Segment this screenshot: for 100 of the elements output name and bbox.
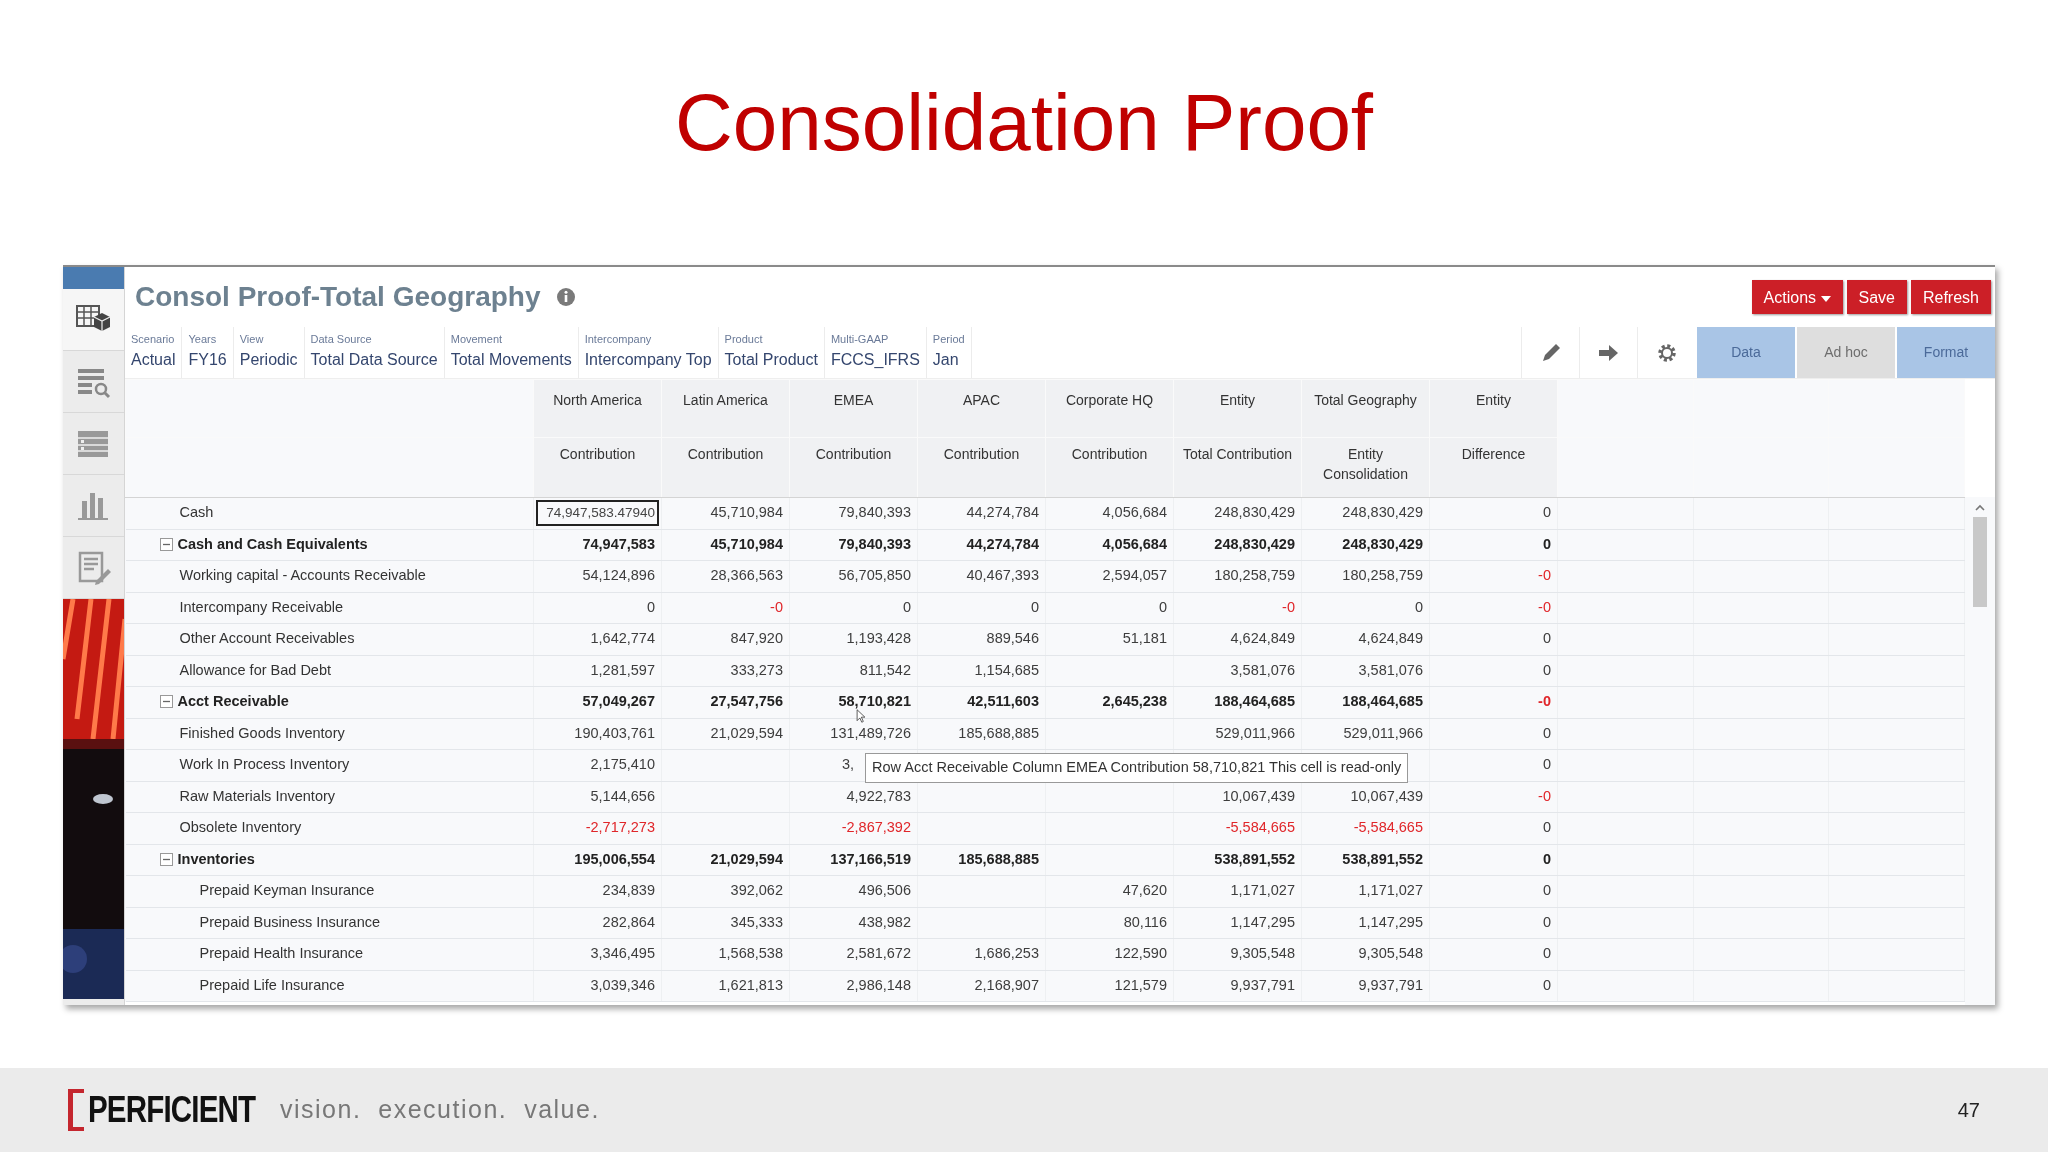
row-label: Prepaid Life Insurance xyxy=(199,976,345,993)
action-button[interactable]: Actions xyxy=(1751,280,1843,314)
cell-value: 42,511,603 xyxy=(967,693,1039,710)
scrollbar-thumb[interactable] xyxy=(1973,517,1987,607)
cell-value: -5,584,665 xyxy=(1225,819,1295,836)
slide-title: Consolidation Proof xyxy=(674,76,1374,169)
column-header: Latin America xyxy=(661,379,790,438)
column-header: Entity Consolidation xyxy=(1301,437,1430,498)
cell-value: 1,686,253 xyxy=(974,945,1039,962)
cell-value: 538,891,552 xyxy=(1342,850,1423,867)
cell-value: 1,621,813 xyxy=(718,976,783,993)
cell-value: -0 xyxy=(770,598,783,615)
pov-selector[interactable]: Years FY16 xyxy=(182,327,234,378)
cell-value: 79,840,393 xyxy=(838,504,911,521)
cell-value: 0 xyxy=(1542,535,1551,552)
cell-value: 40,467,393 xyxy=(966,567,1039,584)
row-label: Allowance for Bad Debt xyxy=(179,661,332,678)
cursor-icon xyxy=(856,708,866,723)
cell-value: 3,346,495 xyxy=(590,945,655,962)
column-header: Contribution xyxy=(917,437,1046,498)
cell-value: 0 xyxy=(1542,724,1551,741)
collapse-icon[interactable] xyxy=(159,695,173,709)
cell-value: 538,891,552 xyxy=(1214,850,1295,867)
row-label: Finished Goods Inventory xyxy=(179,724,345,741)
collapse-icon[interactable] xyxy=(159,537,173,551)
cell-value: 2,645,238 xyxy=(1102,693,1167,710)
row-label: Raw Materials Inventory xyxy=(179,787,336,804)
row-label: Cash xyxy=(179,504,214,521)
cell-value: 122,590 xyxy=(1114,945,1167,962)
cell-value: 2,175,410 xyxy=(590,756,655,773)
cell-value: 333,273 xyxy=(730,661,783,678)
cell-value: 137,166,519 xyxy=(830,850,911,867)
cell-value: 0 xyxy=(1030,598,1039,615)
cell-value: 57,049,267 xyxy=(582,693,655,710)
cell-value: 345,333 xyxy=(730,913,783,930)
cell-value: 44,274,784 xyxy=(966,535,1039,552)
cell-value: 2,168,907 xyxy=(974,976,1039,993)
logo-text: PERFICIENT xyxy=(88,1088,256,1132)
cell-value: 1,171,027 xyxy=(1230,882,1295,899)
row-label: Prepaid Keyman Insurance xyxy=(199,882,375,899)
cell-value: 58,710,821 xyxy=(838,693,911,710)
cell-value: 21,029,594 xyxy=(710,724,783,741)
cell-value: 195,006,554 xyxy=(574,850,655,867)
pov-selector[interactable]: Multi-GAAP FCCS_IFRS xyxy=(824,327,927,378)
cell-value: 56,705,850 xyxy=(838,567,911,584)
pov-selector[interactable]: Scenario Actual xyxy=(125,327,183,378)
cell-value: 0 xyxy=(1542,850,1551,867)
pov-selector[interactable]: Period Jan xyxy=(926,327,972,378)
pov-selector[interactable]: Intercompany Intercompany Top xyxy=(578,327,719,378)
cell-value: 185,688,885 xyxy=(958,724,1039,741)
column-header: APAC xyxy=(917,379,1046,438)
cell-value: -0 xyxy=(1538,787,1551,804)
column-header: Contribution xyxy=(789,437,918,498)
cell-value: 47,620 xyxy=(1122,882,1167,899)
column-header: Contribution xyxy=(661,437,790,498)
scrollbar[interactable] xyxy=(1965,497,1995,1005)
cell-value: 0 xyxy=(1542,630,1551,647)
cell-value: 3,039,346 xyxy=(590,976,655,993)
cell-value: 1,147,295 xyxy=(1230,913,1295,930)
pov-selector[interactable]: Data Source Total Data Source xyxy=(304,327,445,378)
cell-value: 10,067,439 xyxy=(1350,787,1423,804)
cell-value: -0 xyxy=(1538,598,1551,615)
cell-value: 190,403,761 xyxy=(574,724,655,741)
cell-value: 1,281,597 xyxy=(590,661,655,678)
cell-value: 282,864 xyxy=(602,913,655,930)
cell-value: 438,982 xyxy=(858,913,911,930)
cell-value: 529,011,966 xyxy=(1343,724,1423,741)
cell-value: 9,937,791 xyxy=(1230,976,1295,993)
cell-value: 51,181 xyxy=(1122,630,1167,647)
cell-value: 248,830,429 xyxy=(1214,535,1295,552)
cell-value: 0 xyxy=(1542,756,1551,773)
row-label: Inventories xyxy=(177,850,255,867)
cell-value: 889,546 xyxy=(986,630,1039,647)
cell-value: 9,305,548 xyxy=(1358,945,1423,962)
cell-value: 1,147,295 xyxy=(1358,913,1423,930)
cell-value: 10,067,439 xyxy=(1222,787,1295,804)
cell-value: 0 xyxy=(1414,598,1423,615)
cell-value: 180,258,759 xyxy=(1342,567,1423,584)
pov-selector[interactable]: Movement Total Movements xyxy=(444,327,579,378)
cell-value: 248,830,429 xyxy=(1342,535,1423,552)
cell-value: 21,029,594 xyxy=(710,850,783,867)
cell-value: 4,922,783 xyxy=(846,787,911,804)
cell-value: 3, xyxy=(842,755,855,775)
action-button[interactable]: Save xyxy=(1846,280,1907,314)
scroll-up-icon[interactable] xyxy=(1974,503,1986,513)
cell-value: 74,947,583 xyxy=(582,535,655,552)
row-label: Cash and Cash Equivalents xyxy=(177,535,368,552)
pov-selector[interactable]: Product Total Product xyxy=(718,327,825,378)
cell-value: 9,305,548 xyxy=(1230,945,1295,962)
cell-value: 45,710,984 xyxy=(710,535,783,552)
collapse-icon[interactable] xyxy=(159,852,173,866)
cell-value: 811,542 xyxy=(859,661,911,678)
cell-value: 847,920 xyxy=(730,630,783,647)
cell-value: 0 xyxy=(1542,913,1551,930)
cell-value: 4,624,849 xyxy=(1230,630,1295,647)
action-button[interactable]: Refresh xyxy=(1910,280,1991,314)
pov-selector[interactable]: View Periodic xyxy=(233,327,305,378)
info-icon[interactable] xyxy=(556,287,577,307)
cell-input[interactable]: 74,947,583.47940 xyxy=(536,500,659,527)
cell-value: 0 xyxy=(1158,598,1167,615)
